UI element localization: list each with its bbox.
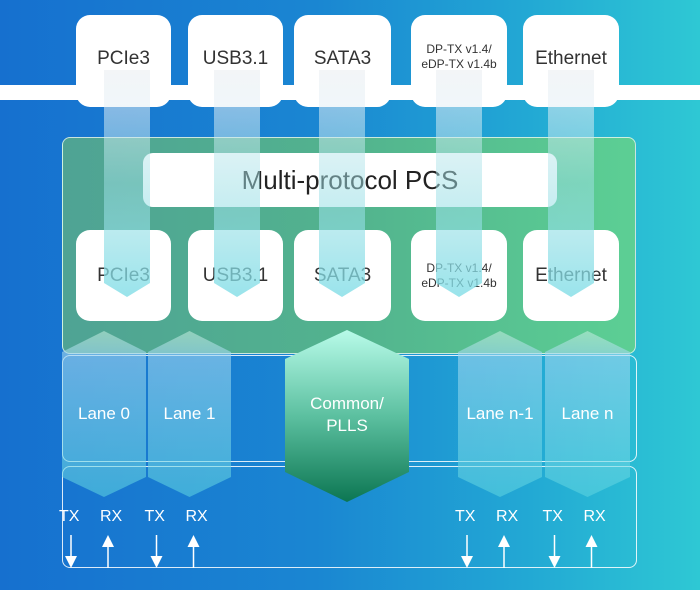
lane-label: Lane n bbox=[561, 404, 614, 423]
rx-label: RX bbox=[185, 508, 208, 525]
lane-label: Lane 0 bbox=[78, 404, 130, 423]
rx-label: RX bbox=[583, 508, 606, 525]
rx-label: RX bbox=[100, 508, 123, 525]
lane-label: Lane 1 bbox=[163, 404, 216, 423]
tx-label: TX bbox=[144, 508, 165, 525]
protocol-flow-arrow bbox=[104, 70, 150, 297]
protocol-flow-arrow bbox=[548, 70, 594, 297]
common-pll-label: Common/ PLLS bbox=[310, 394, 384, 435]
lane-label: Lane n-1 bbox=[466, 404, 534, 423]
rx-label: RX bbox=[496, 508, 519, 525]
protocol-flow-arrow bbox=[319, 70, 365, 297]
protocol-flow-arrow bbox=[436, 70, 482, 297]
tx-label: TX bbox=[59, 508, 80, 525]
diagram-shapes bbox=[62, 70, 630, 568]
tx-label: TX bbox=[455, 508, 476, 525]
protocol-flow-arrow bbox=[214, 70, 260, 297]
tx-label: TX bbox=[542, 508, 563, 525]
